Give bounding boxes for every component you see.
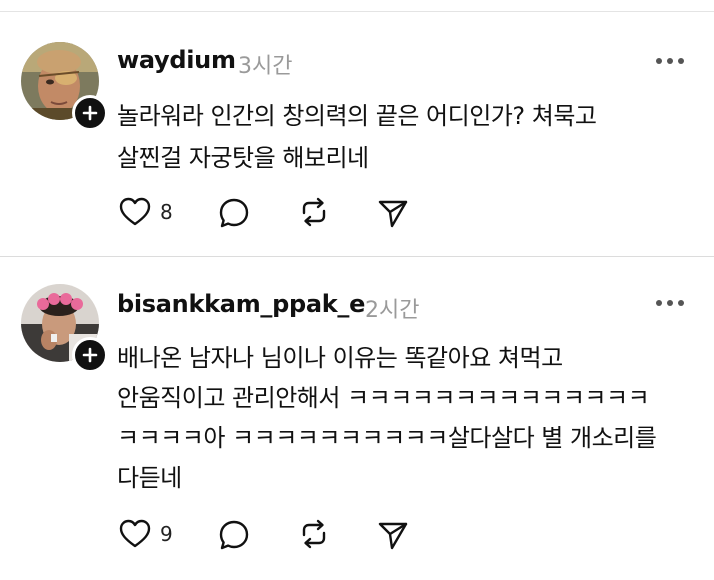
more-options-icon[interactable]: [654, 298, 686, 308]
comment-text-line: 안움직이고 관리안해서 ㅋㅋㅋㅋㅋㅋㅋㅋㅋㅋㅋㅋㅋㅋ: [117, 384, 650, 412]
send-paper-plane-icon: [378, 200, 408, 228]
heart-outline-icon: [119, 519, 151, 548]
reply-button[interactable]: [218, 197, 250, 233]
repost-arrows-icon: [302, 197, 326, 227]
comment-text-line: 다듣네: [117, 464, 182, 492]
username[interactable]: bisankkam_ppak_e: [117, 290, 365, 318]
comment-text-line: 살찐걸 자궁탓을 해보리네: [117, 144, 369, 172]
timestamp: 3시간: [238, 54, 293, 79]
comment-text-line: ㅋㅋㅋㅋ아 ㅋㅋㅋㅋㅋㅋㅋㅋㅋㅋ살다살다 별 개소리를: [117, 424, 657, 452]
follow-button[interactable]: [72, 95, 108, 131]
repost-button[interactable]: [298, 196, 330, 232]
share-button[interactable]: [377, 197, 409, 233]
more-options-icon[interactable]: [654, 56, 686, 66]
reply-button[interactable]: [218, 519, 250, 555]
repost-button[interactable]: [298, 518, 330, 554]
top-divider: [0, 11, 714, 12]
comment-text-line: 배나온 남자나 님이나 이유는 똑같아요 쳐먹고: [117, 344, 563, 372]
plus-icon: [82, 347, 98, 363]
repost-arrows-icon: [302, 519, 326, 549]
timestamp: 2시간: [365, 298, 420, 323]
like-button[interactable]: [119, 519, 151, 553]
heart-outline-icon: [119, 197, 151, 226]
post-divider: [0, 256, 714, 257]
comment-text-line: 놀라워라 인간의 창의력의 끝은 어디인가? 쳐묵고: [117, 102, 597, 130]
like-count: 8: [160, 200, 173, 224]
share-button[interactable]: [377, 519, 409, 555]
plus-icon: [82, 105, 98, 121]
follow-button[interactable]: [72, 337, 108, 373]
like-count: 9: [160, 522, 173, 546]
like-button[interactable]: [119, 197, 151, 231]
username[interactable]: waydium: [117, 46, 236, 74]
speech-bubble-icon: [219, 520, 249, 550]
speech-bubble-icon: [219, 198, 249, 228]
send-paper-plane-icon: [378, 522, 408, 550]
